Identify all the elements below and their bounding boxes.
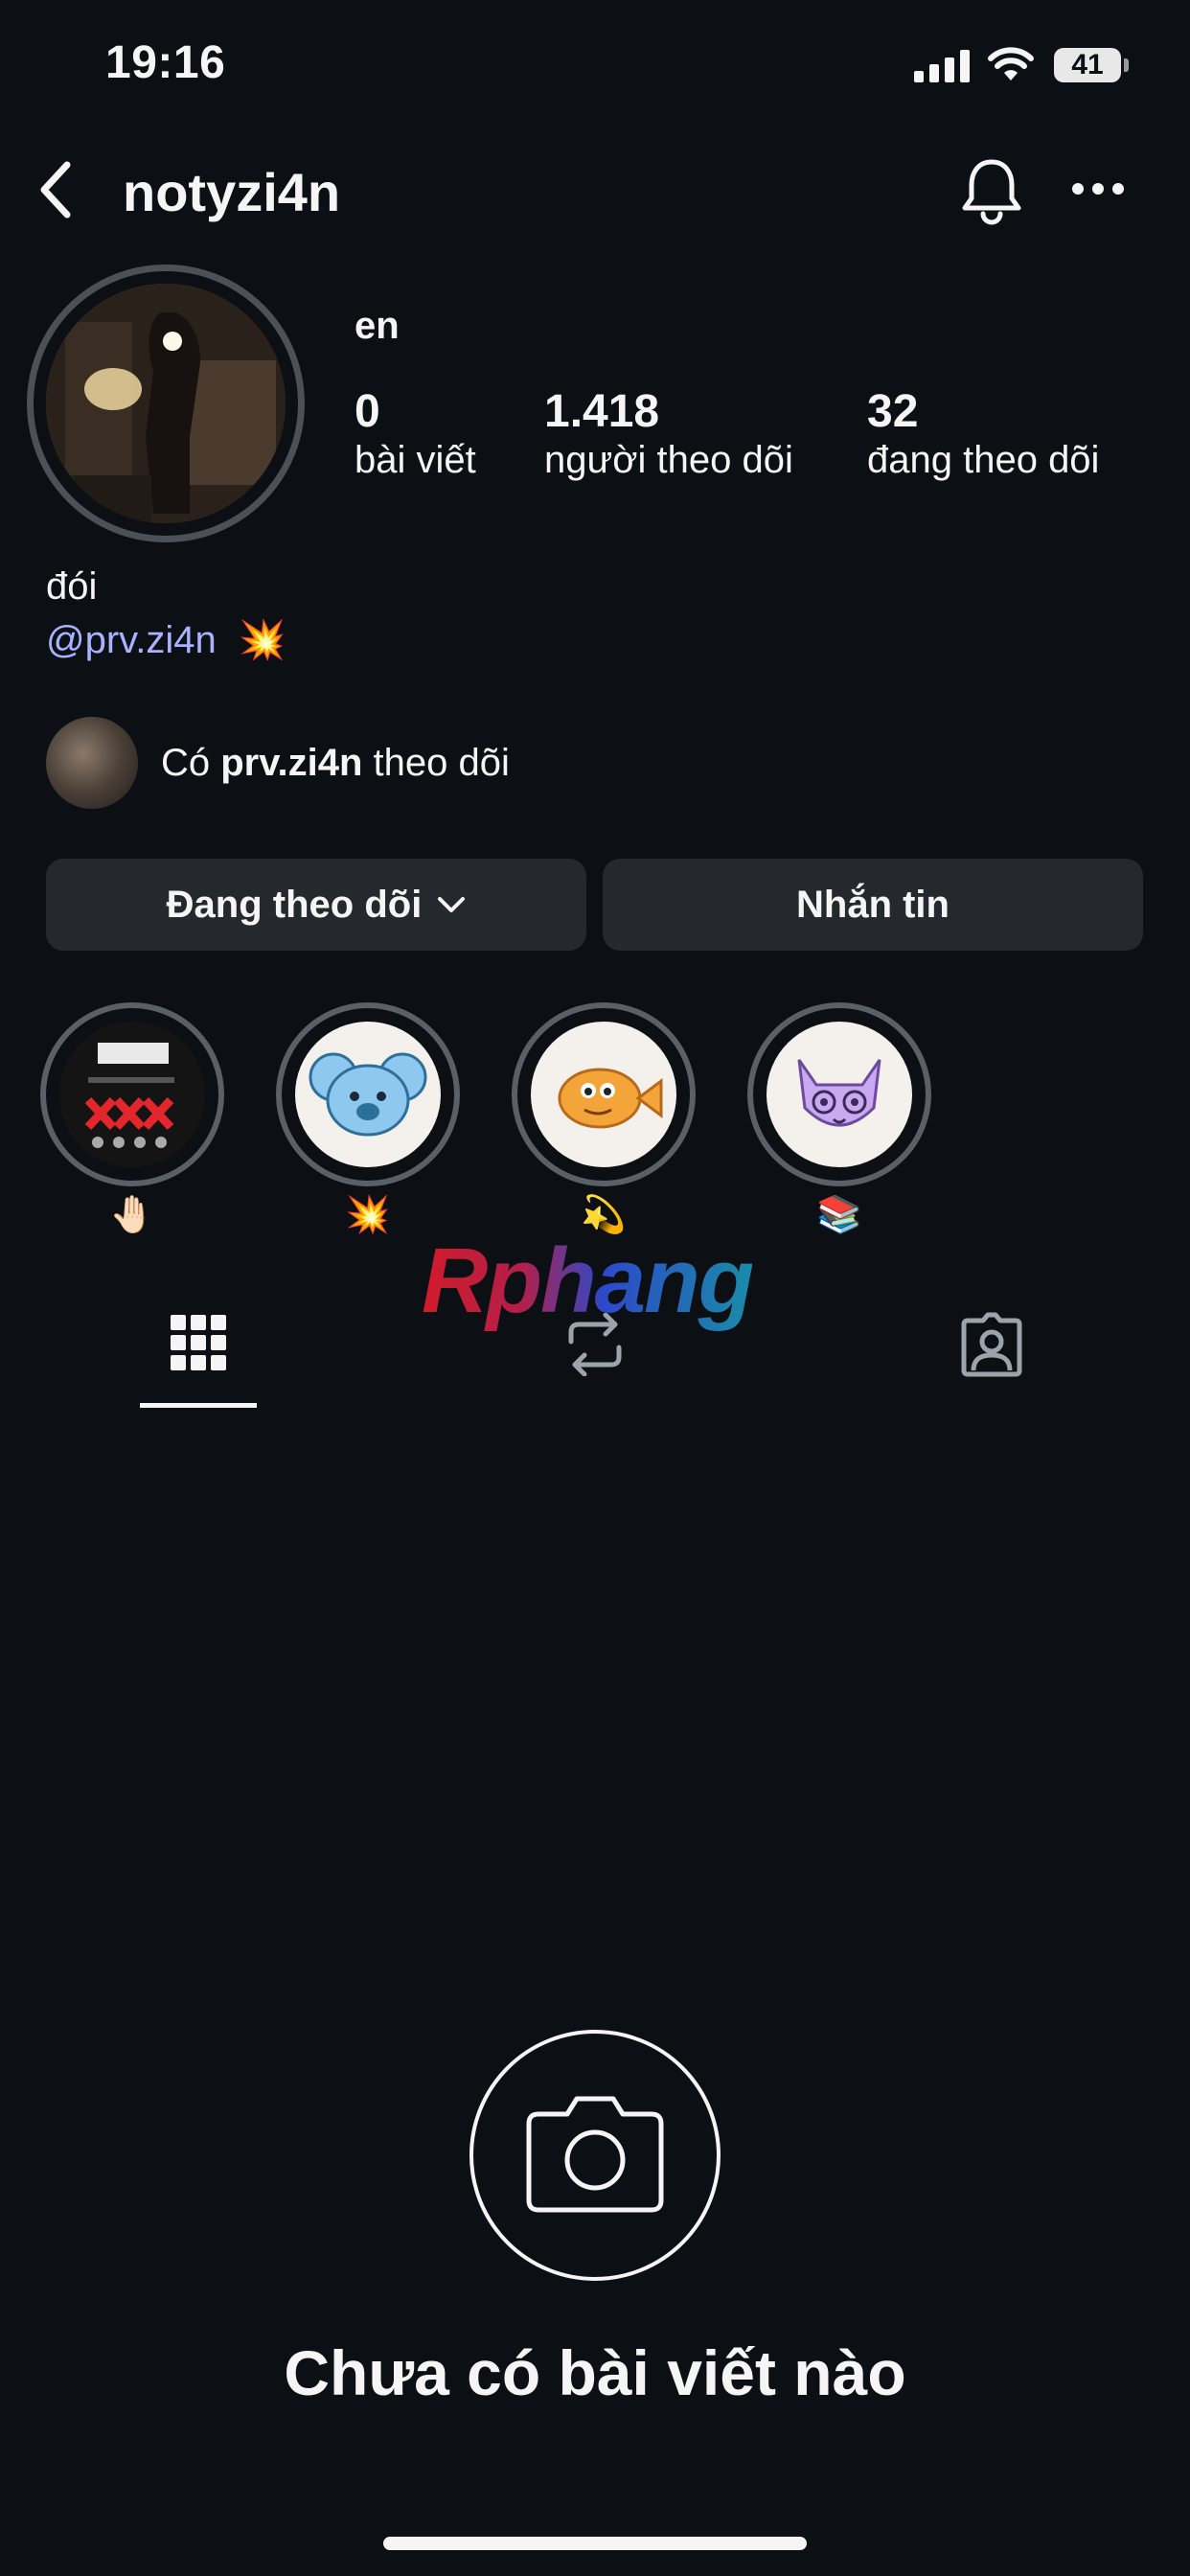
following-button-label: Đang theo dõi: [166, 883, 423, 926]
cellular-signal-icon: [914, 50, 970, 82]
more-options-icon[interactable]: [1071, 182, 1125, 196]
followers-label[interactable]: người theo dõi: [544, 439, 793, 482]
avatar-photo: [46, 284, 286, 523]
koala-sticker-icon: [309, 1052, 427, 1137]
posts-label: bài viết: [355, 439, 476, 481]
active-tab-indicator: [140, 1403, 257, 1408]
profile-avatar[interactable]: [46, 284, 286, 523]
following-count[interactable]: 32: [867, 385, 918, 438]
posts-count: 0: [355, 386, 380, 437]
camera-icon: [526, 2096, 664, 2213]
mutual-follower-avatar[interactable]: [46, 717, 138, 809]
highlight-label-4: 📚: [816, 1195, 862, 1235]
tagged-posts-icon[interactable]: [958, 1311, 1025, 1378]
mutual-followers-text[interactable]: Có prv.zi4n theo dõi: [161, 742, 510, 785]
reposts-icon[interactable]: [563, 1313, 627, 1376]
followers-count[interactable]: 1.418: [544, 385, 659, 438]
fox-sticker-icon: [797, 1059, 881, 1127]
highlight-cover-2[interactable]: [295, 1022, 441, 1167]
mutual-suffix: theo dõi: [362, 742, 510, 784]
battery-indicator: 41: [1054, 48, 1121, 82]
highlight-cover-3[interactable]: [531, 1022, 676, 1167]
notification-bell-icon[interactable]: [958, 156, 1025, 225]
bio-link-row: @prv.zi4n 💥: [46, 617, 286, 662]
home-indicator: [383, 2537, 807, 2550]
grid-posts-icon[interactable]: [171, 1315, 226, 1370]
mutual-prefix: Có: [161, 742, 221, 784]
profile-display-name: en: [355, 305, 400, 347]
highlight-screenshot-image: [84, 1043, 174, 1148]
empty-state-title: Chưa có bài viết nào: [284, 2337, 906, 2408]
back-arrow-icon[interactable]: [34, 159, 75, 220]
bio-username-link[interactable]: @prv.zi4n: [46, 619, 217, 661]
highlight-label-1: 🤚🏻: [109, 1195, 155, 1235]
bio-text: đói: [46, 565, 98, 608]
wifi-icon: [988, 47, 1034, 80]
message-button[interactable]: Nhắn tin: [603, 859, 1143, 951]
fish-sticker-icon: [558, 1068, 663, 1129]
status-time: 19:16: [105, 37, 226, 88]
chevron-down-icon: [438, 897, 466, 912]
battery-tip: [1124, 58, 1129, 72]
bio-emoji: 💥: [238, 619, 286, 661]
following-label[interactable]: đang theo dõi: [867, 439, 1099, 482]
highlight-cover-1[interactable]: [59, 1022, 205, 1167]
profile-username-title: notyzi4n: [123, 162, 341, 222]
message-button-label: Nhắn tin: [796, 883, 950, 926]
highlight-cover-4[interactable]: [767, 1022, 912, 1167]
following-button[interactable]: Đang theo dõi: [46, 859, 586, 951]
mutual-username[interactable]: prv.zi4n: [220, 742, 362, 784]
